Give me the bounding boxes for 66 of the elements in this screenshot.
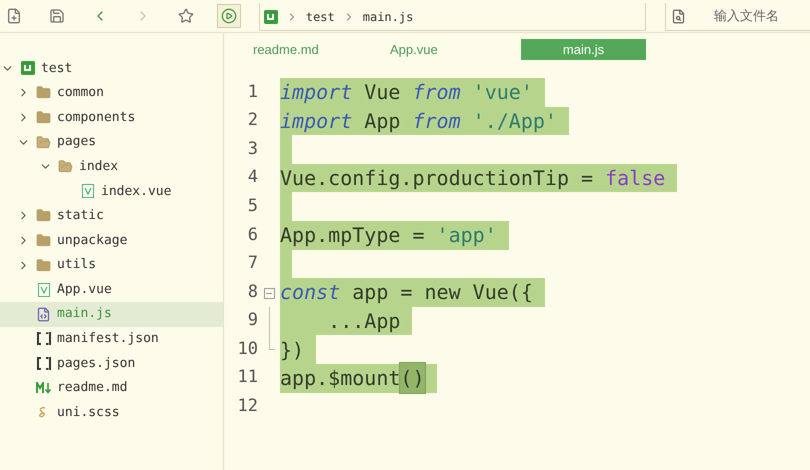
line-number: 11	[236, 366, 258, 390]
folder-icon	[36, 208, 51, 224]
line-number: 12	[236, 395, 258, 418]
line-number: 7	[246, 252, 258, 276]
file-name: uni.scss	[57, 404, 120, 422]
js-file-icon	[36, 306, 51, 322]
tree-item[interactable]: readme.md	[0, 376, 223, 400]
file-name: pages.json	[57, 354, 136, 373]
file-name: index	[79, 158, 118, 176]
save-icon	[49, 8, 65, 24]
brackets-icon	[36, 332, 50, 346]
tree-item[interactable]: index	[0, 154, 223, 179]
vue-file-icon	[82, 184, 94, 198]
file-name: utils	[57, 256, 96, 274]
file-name: static	[57, 207, 104, 226]
folder-icon	[36, 110, 51, 125]
markdown-icon	[36, 382, 51, 394]
breadcrumb-item[interactable]: test	[306, 8, 335, 26]
breadcrumb-item[interactable]: main.js	[362, 8, 414, 26]
tree-item[interactable]: manifest.json	[0, 326, 223, 352]
line-number: 9	[246, 309, 258, 332]
folder-icon	[58, 159, 73, 174]
folder-icon	[36, 258, 51, 273]
file-name: App.vue	[57, 280, 112, 299]
tree-item[interactable]: uni.scss	[0, 400, 223, 425]
star-icon	[178, 8, 194, 24]
line-number: 3	[246, 138, 258, 161]
tree-item[interactable]: pages.json	[0, 351, 223, 376]
line-number: 1	[246, 80, 258, 104]
folder-icon	[36, 232, 51, 248]
fold-toggle[interactable]	[264, 288, 274, 299]
file-name: components	[57, 108, 136, 127]
tree-item[interactable]: common	[0, 80, 223, 106]
line-number: 6	[246, 224, 258, 247]
file-name: readme.md	[57, 379, 128, 398]
project-icon	[20, 61, 34, 76]
search-field[interactable]: 输入文件名	[714, 6, 799, 26]
file-name: index.vue	[101, 182, 172, 201]
file-name: manifest.json	[57, 330, 159, 348]
brackets-icon	[36, 356, 50, 370]
new-file-icon	[6, 8, 22, 24]
line-number: 4	[246, 166, 258, 190]
tree-item[interactable]: App.vue	[0, 277, 223, 302]
file-name: main.js	[57, 305, 112, 324]
file-name: common	[57, 84, 104, 102]
tree-item[interactable]: pages	[0, 130, 223, 154]
line-number: 8	[246, 280, 258, 304]
tree-item[interactable]: static	[0, 204, 223, 228]
tree-item[interactable]: components	[0, 105, 223, 130]
folder-icon	[36, 134, 51, 150]
tree-item[interactable]: utils	[0, 252, 223, 278]
line-number: 2	[246, 109, 258, 132]
project-icon	[264, 10, 278, 24]
file-name: pages	[57, 133, 96, 152]
tree-item[interactable]: test	[0, 56, 223, 81]
folder-icon	[36, 85, 51, 100]
play-icon	[221, 8, 237, 24]
file-name: test	[41, 60, 72, 78]
search-icon	[670, 9, 686, 24]
vue-file-icon	[38, 282, 50, 297]
file-name: unpackage	[57, 232, 128, 250]
line-number: 5	[246, 194, 258, 218]
tree-item[interactable]: index.vue	[0, 178, 223, 204]
tree-item[interactable]: unpackage	[0, 228, 223, 253]
run-button[interactable]	[217, 4, 241, 28]
line-number: 10	[236, 338, 258, 361]
